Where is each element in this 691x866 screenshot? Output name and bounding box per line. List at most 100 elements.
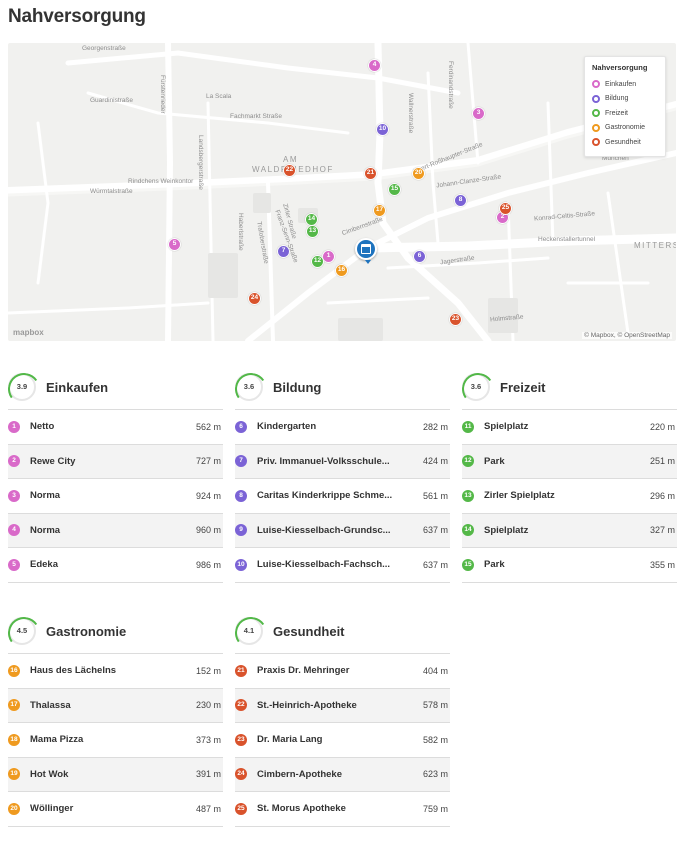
map-marker[interactable]: 25: [499, 202, 512, 215]
poi-row[interactable]: 12 Park 251 m: [462, 444, 677, 479]
poi-row[interactable]: 4 Norma 960 m: [8, 513, 223, 548]
poi-distance: 391 m: [195, 769, 221, 780]
poi-row[interactable]: 2 Rewe City 727 m: [8, 444, 223, 479]
poi-name: Zirler Spielplatz: [484, 490, 555, 502]
map-marker[interactable]: 14: [305, 213, 318, 226]
section-freizeit: 3.6 Freizeit 11 Spielplatz 220 m 12 Park 251 …: [462, 371, 677, 583]
section-gastronomie: 4.5 Gastronomie 16 Haus des Lächelns 152 m…: [8, 615, 223, 827]
map-marker[interactable]: 15: [388, 183, 401, 196]
poi-row[interactable]: 1 Netto 562 m: [8, 410, 223, 445]
map[interactable]: Georgenstraße Fürstenrieder Guardinistra…: [8, 43, 676, 341]
poi-row[interactable]: 21 Praxis Dr. Mehringer 404 m: [235, 654, 450, 689]
poi-name: Spielplatz: [484, 421, 529, 433]
poi-row[interactable]: 10 Luise-Kiesselbach-Fachsch... 637 m: [235, 548, 450, 583]
poi-list: 21 Praxis Dr. Mehringer 404 m 22 St.-Heinric…: [235, 653, 450, 827]
poi-number-badge: 9: [235, 524, 247, 537]
poi-row[interactable]: 13 Zirler Spielplatz 296 m: [462, 479, 677, 514]
map-marker[interactable]: 22: [283, 164, 296, 177]
map-marker[interactable]: 13: [306, 225, 319, 238]
score-badge: 3.6: [235, 373, 263, 401]
legend-label: Bildung: [605, 95, 629, 103]
poi-row[interactable]: 24 Cimbern-Apotheke 623 m: [235, 757, 450, 792]
poi-row[interactable]: 25 St. Morus Apotheke 759 m: [235, 792, 450, 827]
poi-number-badge: 6: [235, 420, 247, 433]
map-marker[interactable]: 24: [248, 292, 261, 305]
poi-row[interactable]: 9 Luise-Kiesselbach-Grundsc... 637 m: [235, 513, 450, 548]
poi-distance: 578 m: [422, 700, 448, 711]
poi-number-badge: 22: [235, 699, 247, 712]
map-marker[interactable]: 23: [449, 313, 462, 326]
legend-item-gesundheit[interactable]: Gesundheit: [592, 135, 658, 150]
poi-row[interactable]: 15 Park 355 m: [462, 548, 677, 583]
poi-number-badge: 21: [235, 664, 247, 677]
poi-name: Norma: [30, 524, 61, 536]
street-label: Haberlstraße: [237, 213, 244, 251]
street-label: Landsbergerstraße: [197, 135, 204, 190]
map-marker[interactable]: 21: [364, 167, 377, 180]
poi-row[interactable]: 22 St.-Heinrich-Apotheke 578 m: [235, 688, 450, 723]
poi-name: Park: [484, 559, 505, 571]
poi-name: Cimbern-Apotheke: [257, 768, 342, 780]
poi-name: St. Morus Apotheke: [257, 803, 346, 815]
map-marker[interactable]: 8: [454, 194, 467, 207]
street-label: Ferdinandstraße: [447, 61, 454, 109]
poi-name: Rewe City: [30, 455, 76, 467]
map-marker[interactable]: 4: [368, 59, 381, 72]
poi-distance: 561 m: [422, 490, 448, 501]
street-label: Guardinistraße: [90, 97, 133, 104]
section-title: Einkaufen: [46, 380, 109, 395]
map-marker[interactable]: 17: [373, 204, 386, 217]
score-badge: 4.1: [235, 617, 263, 645]
poi-distance: 924 m: [195, 490, 221, 501]
poi-row[interactable]: 11 Spielplatz 220 m: [462, 410, 677, 445]
poi-number-badge: 24: [235, 768, 247, 781]
map-attribution[interactable]: © Mapbox, © OpenStreetMap: [582, 332, 672, 339]
poi-row[interactable]: 20 Wöllinger 487 m: [8, 792, 223, 827]
poi-distance: 623 m: [422, 769, 448, 780]
poi-name: St.-Heinrich-Apotheke: [257, 699, 357, 711]
map-marker[interactable]: 10: [376, 123, 389, 136]
legend-title: Nahversorgung: [592, 63, 648, 72]
poi-number-badge: 17: [8, 699, 20, 712]
poi-distance: 637 m: [422, 525, 448, 536]
poi-row[interactable]: 6 Kindergarten 282 m: [235, 410, 450, 445]
property-location-icon[interactable]: [355, 238, 377, 264]
poi-row[interactable]: 3 Norma 924 m: [8, 479, 223, 514]
map-marker[interactable]: 12: [311, 255, 324, 268]
legend-label: Einkaufen: [605, 80, 637, 88]
map-marker[interactable]: 6: [413, 250, 426, 263]
section-gesundheit: 4.1 Gesundheit 21 Praxis Dr. Mehringer 404…: [235, 615, 450, 827]
poi-number-badge: 11: [462, 420, 474, 433]
section-title: Bildung: [273, 380, 322, 395]
poi-distance: 355 m: [649, 559, 675, 570]
poi-name: Priv. Immanuel-Volksschule...: [257, 455, 390, 467]
poi-distance: 230 m: [195, 700, 221, 711]
poi-distance: 637 m: [422, 559, 448, 570]
poi-row[interactable]: 8 Caritas Kinderkrippe Schme... 561 m: [235, 479, 450, 514]
poi-row[interactable]: 16 Haus des Lächelns 152 m: [8, 654, 223, 689]
poi-row[interactable]: 7 Priv. Immanuel-Volksschule... 424 m: [235, 444, 450, 479]
poi-row[interactable]: 5 Edeka 986 m: [8, 548, 223, 583]
poi-row[interactable]: 23 Dr. Maria Lang 582 m: [235, 723, 450, 758]
map-marker[interactable]: 7: [277, 245, 290, 258]
map-marker[interactable]: 5: [168, 238, 181, 251]
legend-item-gastronomie[interactable]: Gastronomie: [592, 121, 658, 136]
poi-row[interactable]: 17 Thalassa 230 m: [8, 688, 223, 723]
map-marker[interactable]: 20: [412, 167, 425, 180]
poi-row[interactable]: 19 Hot Wok 391 m: [8, 757, 223, 792]
section-title: Gesundheit: [273, 624, 345, 639]
school-icon: [592, 94, 600, 103]
legend-item-einkaufen[interactable]: Einkaufen: [592, 77, 658, 92]
section-einkaufen: 3.9 Einkaufen 1 Netto 562 m 2 Rewe City 727 m…: [8, 371, 223, 583]
poi-distance: 152 m: [195, 665, 221, 676]
poi-name: Hot Wok: [30, 768, 69, 780]
map-marker[interactable]: 16: [335, 264, 348, 277]
legend-item-bildung[interactable]: Bildung: [592, 92, 658, 107]
score-badge: 3.6: [462, 373, 490, 401]
poi-row[interactable]: 18 Mama Pizza 373 m: [8, 723, 223, 758]
poi-number-badge: 3: [8, 489, 20, 502]
legend-item-freizeit[interactable]: Freizeit: [592, 106, 658, 121]
mapbox-logo[interactable]: mapbox: [13, 328, 44, 337]
poi-row[interactable]: 14 Spielplatz 327 m: [462, 513, 677, 548]
map-marker[interactable]: 3: [472, 107, 485, 120]
